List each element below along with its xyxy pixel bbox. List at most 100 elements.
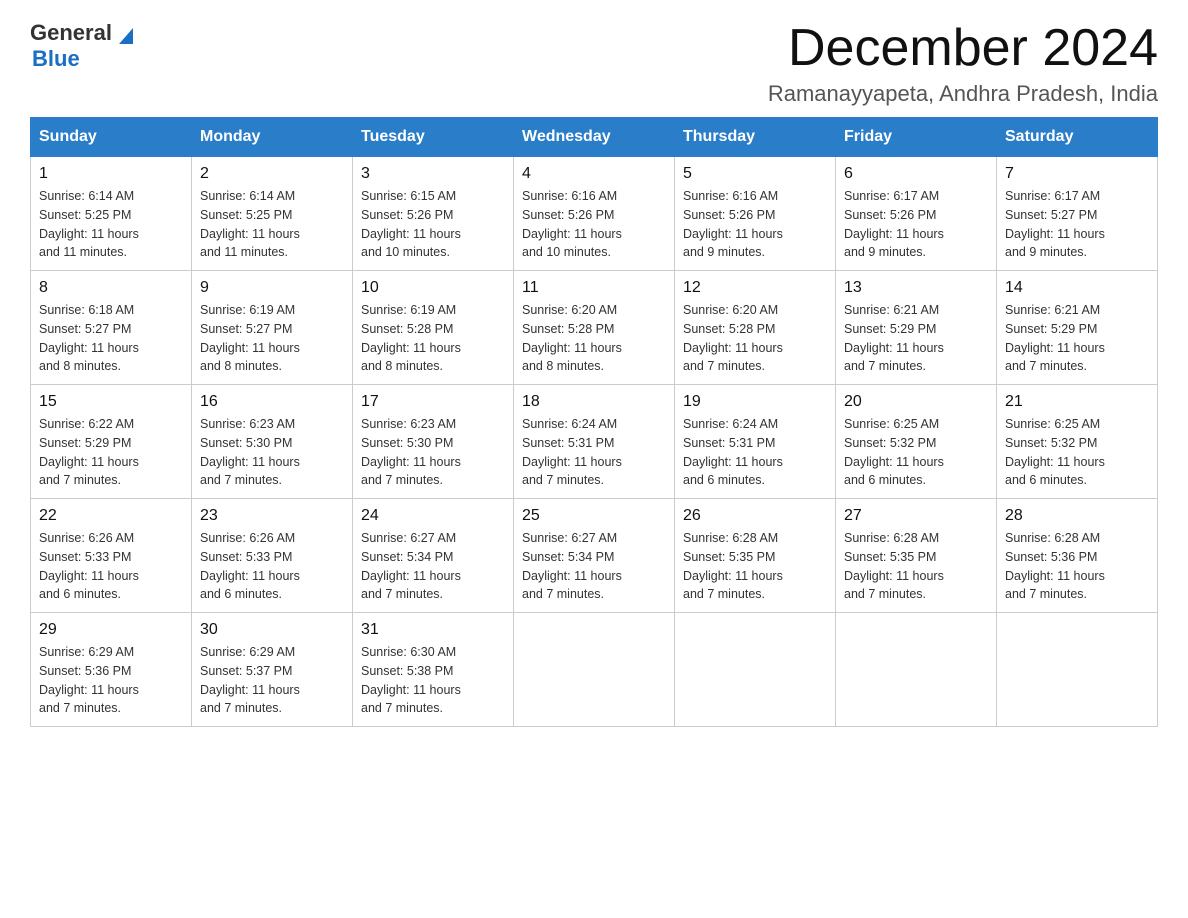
week-row-1: 1 Sunrise: 6:14 AMSunset: 5:25 PMDaylight… xyxy=(31,157,1158,271)
day-number: 3 xyxy=(361,165,505,183)
day-cell: 17 Sunrise: 6:23 AMSunset: 5:30 PMDayligh… xyxy=(353,385,514,499)
day-cell: 19Sunrise: 6:24 AMSunset: 5:31 PMDayligh… xyxy=(675,385,836,499)
day-cell: 16Sunrise: 6:23 AMSunset: 5:30 PMDayligh… xyxy=(192,385,353,499)
week-row-5: 29 Sunrise: 6:29 AMSunset: 5:36 PMDayligh… xyxy=(31,613,1158,727)
calendar-body: 1 Sunrise: 6:14 AMSunset: 5:25 PMDaylight… xyxy=(31,157,1158,727)
header-cell-monday: Monday xyxy=(192,118,353,157)
week-row-3: 15 Sunrise: 6:22 AMSunset: 5:29 PMDayligh… xyxy=(31,385,1158,499)
day-cell: 29 Sunrise: 6:29 AMSunset: 5:36 PMDayligh… xyxy=(31,613,192,727)
day-number: 30 xyxy=(200,621,344,639)
day-info: Sunrise: 6:16 AMSunset: 5:26 PMDaylight:… xyxy=(683,187,827,262)
day-cell: 20Sunrise: 6:25 AMSunset: 5:32 PMDayligh… xyxy=(836,385,997,499)
day-cell: 26 Sunrise: 6:28 AMSunset: 5:35 PMDayligh… xyxy=(675,499,836,613)
calendar-header: SundayMondayTuesdayWednesdayThursdayFrid… xyxy=(31,118,1158,157)
day-number: 1 xyxy=(39,165,183,183)
day-info: Sunrise: 6:14 AMSunset: 5:25 PMDaylight:… xyxy=(39,187,183,262)
day-cell: 12 Sunrise: 6:20 AMSunset: 5:28 PMDayligh… xyxy=(675,271,836,385)
day-info: Sunrise: 6:27 AMSunset: 5:34 PMDaylight:… xyxy=(361,529,505,604)
day-cell: 22 Sunrise: 6:26 AMSunset: 5:33 PMDayligh… xyxy=(31,499,192,613)
day-number: 4 xyxy=(522,165,666,183)
day-info: Sunrise: 6:22 AMSunset: 5:29 PMDaylight:… xyxy=(39,415,183,490)
day-cell: 5 Sunrise: 6:16 AMSunset: 5:26 PMDaylight… xyxy=(675,157,836,271)
week-row-4: 22 Sunrise: 6:26 AMSunset: 5:33 PMDayligh… xyxy=(31,499,1158,613)
day-cell: 23Sunrise: 6:26 AMSunset: 5:33 PMDayligh… xyxy=(192,499,353,613)
day-number: 31 xyxy=(361,621,505,639)
day-number: 22 xyxy=(39,507,183,525)
day-info: Sunrise: 6:19 AMSunset: 5:27 PMDaylight:… xyxy=(200,301,344,376)
day-cell: 9 Sunrise: 6:19 AMSunset: 5:27 PMDaylight… xyxy=(192,271,353,385)
day-info: Sunrise: 6:29 AMSunset: 5:37 PMDaylight:… xyxy=(200,643,344,718)
day-info: Sunrise: 6:28 AMSunset: 5:35 PMDaylight:… xyxy=(683,529,827,604)
day-info: Sunrise: 6:17 AMSunset: 5:27 PMDaylight:… xyxy=(1005,187,1149,262)
day-number: 17 xyxy=(361,393,505,411)
day-cell: 2Sunrise: 6:14 AMSunset: 5:25 PMDaylight… xyxy=(192,157,353,271)
day-number: 2 xyxy=(200,165,344,183)
day-info: Sunrise: 6:25 AMSunset: 5:32 PMDaylight:… xyxy=(844,415,988,490)
day-info: Sunrise: 6:28 AMSunset: 5:35 PMDaylight:… xyxy=(844,529,988,604)
day-number: 26 xyxy=(683,507,827,525)
day-cell xyxy=(675,613,836,727)
day-number: 6 xyxy=(844,165,988,183)
day-number: 8 xyxy=(39,279,183,297)
week-row-2: 8 Sunrise: 6:18 AMSunset: 5:27 PMDaylight… xyxy=(31,271,1158,385)
day-info: Sunrise: 6:16 AMSunset: 5:26 PMDaylight:… xyxy=(522,187,666,262)
day-number: 10 xyxy=(361,279,505,297)
day-number: 25 xyxy=(522,507,666,525)
header-cell-sunday: Sunday xyxy=(31,118,192,157)
day-number: 23 xyxy=(200,507,344,525)
day-number: 28 xyxy=(1005,507,1149,525)
day-number: 21 xyxy=(1005,393,1149,411)
day-number: 19 xyxy=(683,393,827,411)
day-cell: 1 Sunrise: 6:14 AMSunset: 5:25 PMDaylight… xyxy=(31,157,192,271)
day-cell: 8 Sunrise: 6:18 AMSunset: 5:27 PMDaylight… xyxy=(31,271,192,385)
day-number: 11 xyxy=(522,279,666,297)
header-cell-friday: Friday xyxy=(836,118,997,157)
calendar-table: SundayMondayTuesdayWednesdayThursdayFrid… xyxy=(30,117,1158,727)
day-cell: 13 Sunrise: 6:21 AMSunset: 5:29 PMDayligh… xyxy=(836,271,997,385)
day-number: 18 xyxy=(522,393,666,411)
day-info: Sunrise: 6:21 AMSunset: 5:29 PMDaylight:… xyxy=(844,301,988,376)
day-cell: 18Sunrise: 6:24 AMSunset: 5:31 PMDayligh… xyxy=(514,385,675,499)
day-number: 27 xyxy=(844,507,988,525)
day-info: Sunrise: 6:25 AMSunset: 5:32 PMDaylight:… xyxy=(1005,415,1149,490)
day-cell: 30 Sunrise: 6:29 AMSunset: 5:37 PMDayligh… xyxy=(192,613,353,727)
day-cell: 28 Sunrise: 6:28 AMSunset: 5:36 PMDayligh… xyxy=(997,499,1158,613)
header-cell-thursday: Thursday xyxy=(675,118,836,157)
day-number: 12 xyxy=(683,279,827,297)
day-cell xyxy=(997,613,1158,727)
logo-triangle-icon xyxy=(115,24,137,46)
day-number: 7 xyxy=(1005,165,1149,183)
day-cell: 15 Sunrise: 6:22 AMSunset: 5:29 PMDayligh… xyxy=(31,385,192,499)
day-number: 5 xyxy=(683,165,827,183)
page-header: General Blue December 2024 Ramanayyapeta… xyxy=(30,20,1158,107)
day-info: Sunrise: 6:23 AMSunset: 5:30 PMDaylight:… xyxy=(361,415,505,490)
header-cell-tuesday: Tuesday xyxy=(353,118,514,157)
logo: General Blue xyxy=(30,20,137,72)
day-info: Sunrise: 6:20 AMSunset: 5:28 PMDaylight:… xyxy=(522,301,666,376)
day-number: 13 xyxy=(844,279,988,297)
day-info: Sunrise: 6:18 AMSunset: 5:27 PMDaylight:… xyxy=(39,301,183,376)
day-cell: 31 Sunrise: 6:30 AMSunset: 5:38 PMDayligh… xyxy=(353,613,514,727)
month-title: December 2024 xyxy=(768,20,1158,77)
day-cell: 27 Sunrise: 6:28 AMSunset: 5:35 PMDayligh… xyxy=(836,499,997,613)
day-number: 9 xyxy=(200,279,344,297)
day-number: 29 xyxy=(39,621,183,639)
day-info: Sunrise: 6:29 AMSunset: 5:36 PMDaylight:… xyxy=(39,643,183,718)
day-info: Sunrise: 6:19 AMSunset: 5:28 PMDaylight:… xyxy=(361,301,505,376)
day-number: 15 xyxy=(39,393,183,411)
header-cell-wednesday: Wednesday xyxy=(514,118,675,157)
header-row: SundayMondayTuesdayWednesdayThursdayFrid… xyxy=(31,118,1158,157)
title-section: December 2024 Ramanayyapeta, Andhra Prad… xyxy=(768,20,1158,107)
logo-blue-text: Blue xyxy=(32,46,80,72)
day-cell: 11 Sunrise: 6:20 AMSunset: 5:28 PMDayligh… xyxy=(514,271,675,385)
day-cell: 3Sunrise: 6:15 AMSunset: 5:26 PMDaylight… xyxy=(353,157,514,271)
day-cell xyxy=(836,613,997,727)
day-info: Sunrise: 6:30 AMSunset: 5:38 PMDaylight:… xyxy=(361,643,505,718)
day-cell: 25Sunrise: 6:27 AMSunset: 5:34 PMDayligh… xyxy=(514,499,675,613)
day-info: Sunrise: 6:28 AMSunset: 5:36 PMDaylight:… xyxy=(1005,529,1149,604)
day-cell: 24 Sunrise: 6:27 AMSunset: 5:34 PMDayligh… xyxy=(353,499,514,613)
day-cell: 4 Sunrise: 6:16 AMSunset: 5:26 PMDaylight… xyxy=(514,157,675,271)
day-info: Sunrise: 6:20 AMSunset: 5:28 PMDaylight:… xyxy=(683,301,827,376)
day-number: 24 xyxy=(361,507,505,525)
day-info: Sunrise: 6:26 AMSunset: 5:33 PMDaylight:… xyxy=(39,529,183,604)
